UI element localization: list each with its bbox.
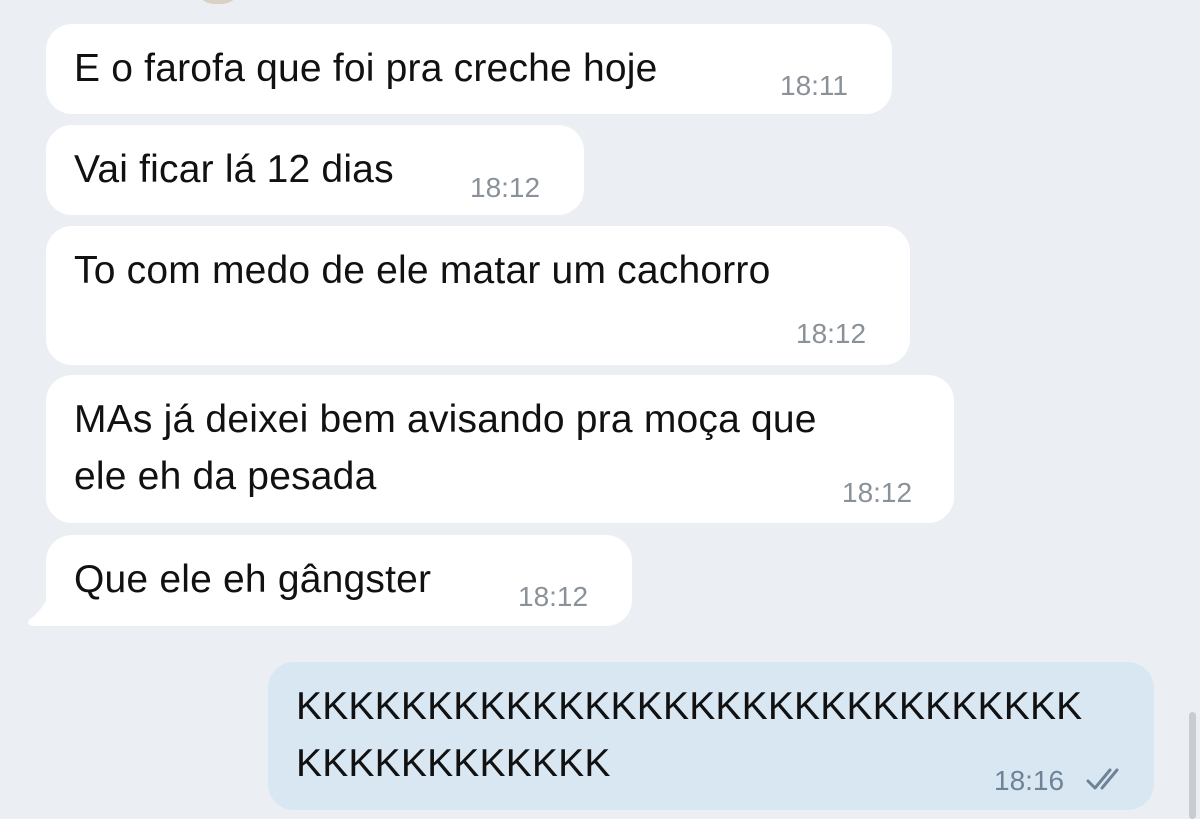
message-text: E o farofa que foi pra creche hoje	[74, 47, 658, 90]
message-time: 18:12	[518, 581, 589, 612]
avatar[interactable]	[196, 0, 240, 4]
double-check-icon	[1086, 768, 1119, 790]
message-text-line: MAs já deixei bem avisando pra moça que	[74, 398, 817, 441]
message-text-line: ele eh da pesada	[74, 455, 377, 498]
message-text: To com medo de ele matar um cachorro	[74, 249, 771, 292]
message-bubble-incoming[interactable]: Vai ficar lá 12 dias 18:12	[46, 125, 584, 215]
message-time: 18:12	[842, 477, 913, 508]
message-bubble-incoming[interactable]: Que ele eh gângster 18:12	[46, 535, 632, 626]
message-bubble-incoming[interactable]: E o farofa que foi pra creche hoje 18:11	[46, 24, 892, 114]
message-text-line: KKKKKKKKKKKK	[296, 742, 611, 785]
message-time: 18:16	[994, 765, 1065, 796]
message-text-line: KKKKKKKKKKKKKKKKKKKKKKKKKKKKKK	[296, 685, 1083, 728]
message-text: Que ele eh gângster	[74, 558, 432, 601]
message-bubble-outgoing[interactable]: KKKKKKKKKKKKKKKKKKKKKKKKKKKKKK KKKKKKKKK…	[268, 662, 1154, 810]
chat-history[interactable]: E o farofa que foi pra creche hoje 18:11…	[0, 0, 1200, 819]
message-time: 18:12	[796, 318, 867, 349]
message-time: 18:11	[780, 70, 848, 101]
message-bubble-incoming[interactable]: To com medo de ele matar um cachorro 18:…	[46, 226, 910, 365]
message-time: 18:12	[470, 172, 541, 203]
message-text: Vai ficar lá 12 dias	[74, 148, 394, 191]
message-bubble-incoming[interactable]: MAs já deixei bem avisando pra moça que …	[46, 375, 954, 523]
scrollbar[interactable]	[1189, 712, 1196, 819]
